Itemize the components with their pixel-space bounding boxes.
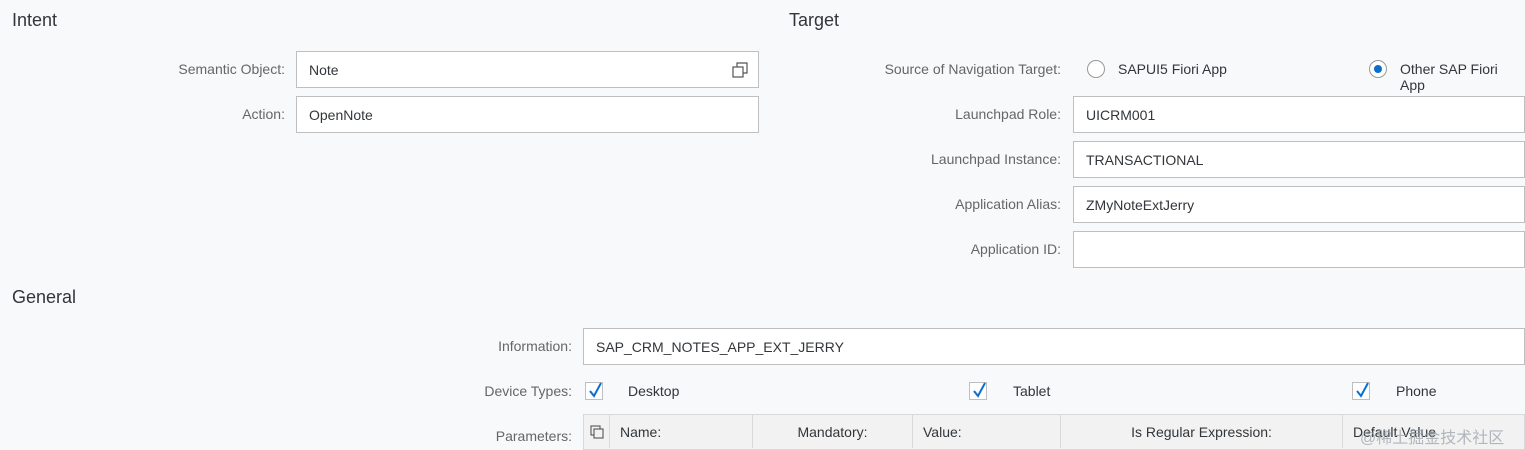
information-value: SAP_CRM_NOTES_APP_EXT_JERRY xyxy=(596,338,844,355)
checkmark-icon xyxy=(973,382,986,398)
application-id-field[interactable] xyxy=(1073,231,1525,268)
device-types-label: Device Types: xyxy=(484,383,572,399)
information-label: Information: xyxy=(498,338,572,354)
action-value: OpenNote xyxy=(309,106,373,123)
checkbox-tablet[interactable] xyxy=(969,382,987,400)
column-header-mandatory[interactable]: Mandatory: xyxy=(753,415,913,448)
launchpad-role-value: UICRM001 xyxy=(1086,106,1156,123)
column-header-is-regular-expression[interactable]: Is Regular Expression: xyxy=(1061,415,1343,448)
parameters-label: Parameters: xyxy=(495,428,572,444)
semantic-object-field[interactable]: Note xyxy=(296,51,759,88)
checkbox-label-desktop: Desktop xyxy=(628,383,680,399)
value-help-icon[interactable] xyxy=(732,62,748,78)
information-field[interactable]: SAP_CRM_NOTES_APP_EXT_JERRY xyxy=(583,328,1525,365)
column-header-name[interactable]: Name: xyxy=(610,415,753,448)
checkmark-icon xyxy=(1356,382,1369,398)
checkmark-icon xyxy=(589,382,602,398)
semantic-object-label: Semantic Object: xyxy=(178,61,285,77)
semantic-object-value: Note xyxy=(309,61,339,78)
launchpad-instance-value: TRANSACTIONAL xyxy=(1086,151,1204,168)
checkbox-label-tablet: Tablet xyxy=(1013,383,1051,399)
application-alias-label: Application Alias: xyxy=(955,196,1061,212)
radio-sapui5-fiori-app[interactable] xyxy=(1087,60,1105,78)
column-header-value[interactable]: Value: xyxy=(913,415,1061,448)
source-label: Source of Navigation Target: xyxy=(884,61,1061,77)
checkbox-label-phone: Phone xyxy=(1396,383,1437,399)
section-title-target: Target xyxy=(789,10,840,30)
launchpad-role-label: Launchpad Role: xyxy=(955,106,1061,122)
watermark: @稀土掘金技术社区 xyxy=(1360,430,1505,447)
checkbox-phone[interactable] xyxy=(1352,382,1370,400)
checkbox-desktop[interactable] xyxy=(585,382,603,400)
launchpad-instance-label: Launchpad Instance: xyxy=(931,151,1061,167)
action-label: Action: xyxy=(242,106,285,122)
application-alias-field[interactable]: ZMyNoteExtJerry xyxy=(1073,186,1525,223)
radio-label-sapui5-fiori-app: SAPUI5 Fiori App xyxy=(1118,61,1227,77)
application-alias-value: ZMyNoteExtJerry xyxy=(1086,196,1195,213)
launchpad-instance-field[interactable]: TRANSACTIONAL xyxy=(1073,141,1525,178)
application-id-label: Application ID: xyxy=(970,241,1061,257)
launchpad-role-field[interactable]: UICRM001 xyxy=(1073,96,1525,133)
radio-label-other-sap-fiori-app: Other SAP Fiori App xyxy=(1400,61,1498,93)
section-title-general: General xyxy=(12,287,77,307)
radio-other-sap-fiori-app[interactable] xyxy=(1369,60,1387,78)
select-all-icon[interactable] xyxy=(584,415,610,448)
action-field[interactable]: OpenNote xyxy=(296,96,759,133)
section-title-intent: Intent xyxy=(12,10,58,30)
